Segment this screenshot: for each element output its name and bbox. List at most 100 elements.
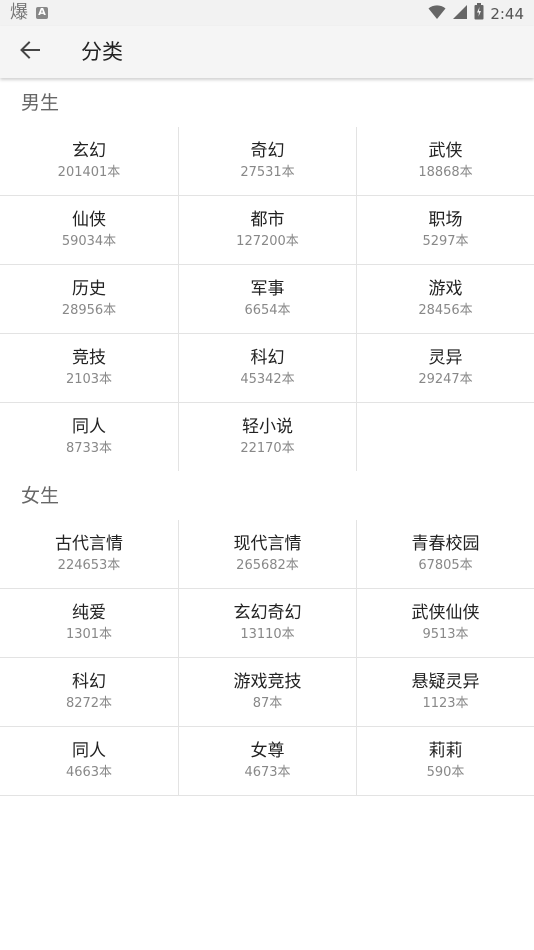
- category-count: 5297本: [422, 234, 469, 249]
- category-count: 127200本: [236, 234, 299, 249]
- category-name: 竞技: [72, 348, 106, 368]
- category-row: 纯爱 1301本 玄幻奇幻 13110本 武侠仙侠 9513本: [0, 589, 534, 658]
- category-cell[interactable]: 现代言情 265682本: [178, 520, 356, 588]
- app-bar: 分类: [0, 26, 534, 78]
- category-row: 同人 4663本 女尊 4673本 莉莉 590本: [0, 727, 534, 796]
- category-name: 游戏: [428, 279, 463, 299]
- category-name: 现代言情: [233, 534, 302, 554]
- category-row: 同人 8733本 轻小说 22170本: [0, 403, 534, 471]
- category-name: 科幻: [72, 672, 106, 692]
- arrow-left-icon: [20, 41, 40, 63]
- category-cell[interactable]: 历史 28956本: [0, 265, 178, 333]
- category-grid-female: 古代言情 224653本 现代言情 265682本 青春校园 67805本 纯爱…: [0, 520, 534, 796]
- category-cell[interactable]: 轻小说 22170本: [178, 403, 356, 471]
- category-name: 女尊: [250, 741, 285, 761]
- category-name: 游戏竞技: [233, 672, 302, 692]
- category-count: 1123本: [422, 696, 469, 711]
- category-cell[interactable]: 奇幻 27531本: [178, 127, 356, 195]
- category-name: 轻小说: [242, 417, 293, 437]
- category-cell[interactable]: 科幻 45342本: [178, 334, 356, 402]
- category-name: 莉莉: [428, 741, 463, 761]
- category-count: 1301本: [65, 627, 113, 642]
- category-cell[interactable]: 游戏 28456本: [356, 265, 534, 333]
- category-cell[interactable]: 职场 5297本: [356, 196, 534, 264]
- category-cell[interactable]: 莉莉 590本: [356, 727, 534, 795]
- category-cell[interactable]: 科幻 8272本: [0, 658, 178, 726]
- category-count: 224653本: [57, 558, 121, 573]
- battery-icon: [474, 3, 484, 24]
- category-cell[interactable]: 青春校园 67805本: [356, 520, 534, 588]
- status-time: 2:44: [490, 4, 524, 23]
- category-count: 265682本: [236, 558, 299, 573]
- category-cell[interactable]: 武侠 18868本: [356, 127, 534, 195]
- category-count: 6654本: [244, 303, 291, 318]
- category-name: 科幻: [250, 348, 285, 368]
- status-left-icons: 爆 A: [10, 4, 48, 22]
- category-row: 玄幻 201401本 奇幻 27531本 武侠 18868本: [0, 127, 534, 196]
- category-name: 历史: [72, 279, 106, 299]
- category-count: 87本: [252, 696, 283, 711]
- category-count: 8733本: [65, 441, 113, 456]
- category-count: 45342本: [240, 372, 295, 387]
- category-name: 职场: [428, 210, 463, 230]
- category-cell[interactable]: 古代言情 224653本: [0, 520, 178, 588]
- category-count: 2103本: [65, 372, 113, 387]
- category-name: 仙侠: [72, 210, 106, 230]
- category-name: 都市: [250, 210, 285, 230]
- category-cell[interactable]: 武侠仙侠 9513本: [356, 589, 534, 657]
- category-count: 201401本: [57, 165, 121, 180]
- category-count: 59034本: [61, 234, 117, 249]
- section-title-male: 男生: [21, 92, 60, 114]
- category-cell[interactable]: 玄幻奇幻 13110本: [178, 589, 356, 657]
- category-count: 4673本: [244, 765, 291, 780]
- category-name: 玄幻: [72, 141, 106, 161]
- category-name: 悬疑灵异: [411, 672, 480, 692]
- back-button[interactable]: [12, 36, 48, 68]
- empty-cell: [356, 403, 534, 471]
- category-count: 29247本: [418, 372, 473, 387]
- category-cell[interactable]: 竞技 2103本: [0, 334, 178, 402]
- category-count: 8272本: [65, 696, 113, 711]
- category-cell[interactable]: 同人 8733本: [0, 403, 178, 471]
- category-count: 67805本: [418, 558, 473, 573]
- status-right-icons: 2:44: [428, 3, 524, 24]
- category-count: 27531本: [240, 165, 295, 180]
- category-count: 4663本: [65, 765, 113, 780]
- category-count: 18868本: [418, 165, 473, 180]
- category-row: 历史 28956本 军事 6654本 游戏 28456本: [0, 265, 534, 334]
- section-title-female: 女生: [21, 485, 60, 507]
- notification-icon: 爆: [10, 2, 28, 23]
- category-name: 青春校园: [411, 534, 480, 554]
- page-title: 分类: [81, 40, 123, 64]
- category-cell[interactable]: 玄幻 201401本: [0, 127, 178, 195]
- wifi-icon: [428, 4, 446, 24]
- category-cell[interactable]: 都市 127200本: [178, 196, 356, 264]
- category-row: 科幻 8272本 游戏竞技 87本 悬疑灵异 1123本: [0, 658, 534, 727]
- category-cell[interactable]: 灵异 29247本: [356, 334, 534, 402]
- status-bar: 爆 A 2:44: [0, 0, 534, 26]
- category-name: 武侠仙侠: [411, 603, 480, 623]
- category-count: 590本: [426, 765, 465, 780]
- category-count: 28956本: [61, 303, 117, 318]
- category-count: 28456本: [418, 303, 473, 318]
- category-name: 同人: [72, 741, 106, 761]
- text-a-icon: A: [36, 7, 48, 19]
- category-name: 奇幻: [250, 141, 285, 161]
- category-count: 9513本: [422, 627, 469, 642]
- category-cell[interactable]: 纯爱 1301本: [0, 589, 178, 657]
- category-cell[interactable]: 同人 4663本: [0, 727, 178, 795]
- signal-icon: [452, 4, 468, 24]
- category-cell[interactable]: 军事 6654本: [178, 265, 356, 333]
- category-cell[interactable]: 仙侠 59034本: [0, 196, 178, 264]
- category-name: 同人: [72, 417, 106, 437]
- category-cell[interactable]: 悬疑灵异 1123本: [356, 658, 534, 726]
- category-name: 玄幻奇幻: [233, 603, 302, 623]
- category-count: 22170本: [240, 441, 295, 456]
- category-name: 军事: [250, 279, 285, 299]
- category-count: 13110本: [240, 627, 295, 642]
- category-cell[interactable]: 女尊 4673本: [178, 727, 356, 795]
- category-cell[interactable]: 游戏竞技 87本: [178, 658, 356, 726]
- category-name: 灵异: [428, 348, 463, 368]
- category-grid-male: 玄幻 201401本 奇幻 27531本 武侠 18868本 仙侠 59034本…: [0, 127, 534, 471]
- category-name: 武侠: [428, 141, 463, 161]
